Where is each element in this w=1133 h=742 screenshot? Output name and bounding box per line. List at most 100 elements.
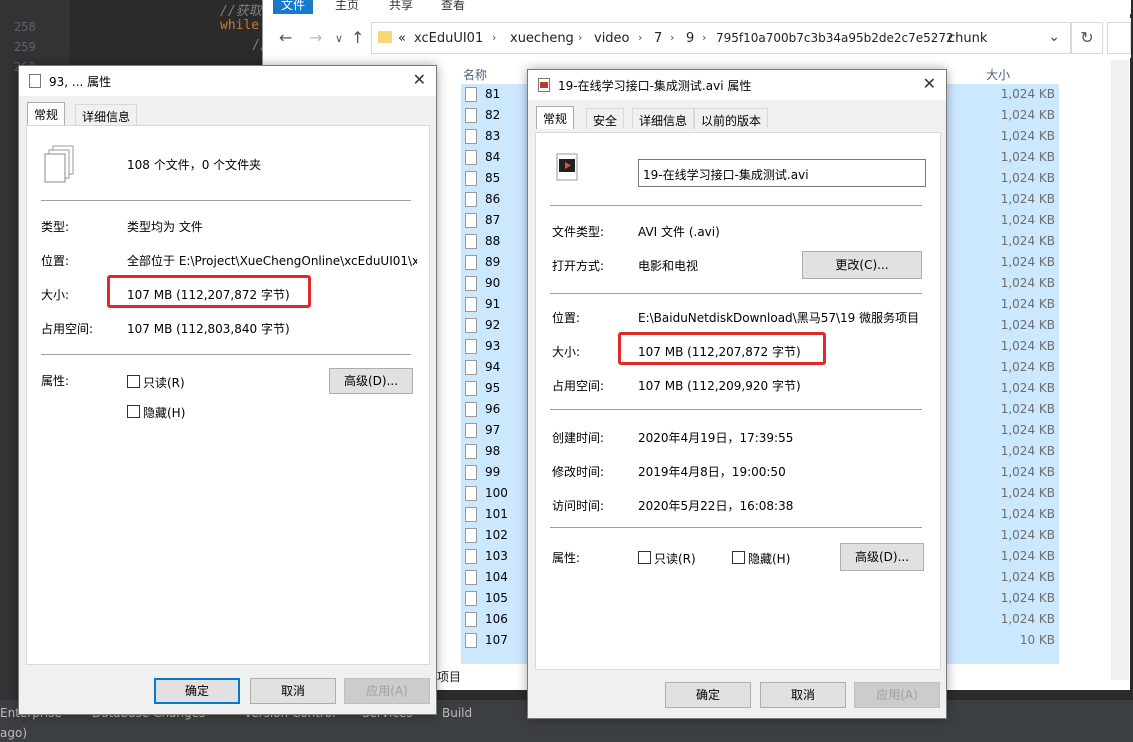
file-size: 1,024 KB bbox=[1000, 465, 1055, 479]
breadcrumb-separator-icon[interactable]: › bbox=[638, 31, 642, 44]
tab-general[interactable]: 常规 bbox=[27, 102, 66, 125]
file-icon bbox=[465, 87, 477, 102]
hidden-label[interactable]: 隐藏(H) bbox=[748, 550, 790, 567]
multiple-files-icon bbox=[44, 145, 74, 183]
readonly-label[interactable]: 只读(R) bbox=[143, 374, 185, 391]
ribbon-tab-view[interactable]: 查看 bbox=[441, 0, 465, 14]
size-label: 大小: bbox=[41, 288, 70, 302]
search-box[interactable] bbox=[1107, 22, 1131, 54]
breadcrumb-9[interactable]: 9 bbox=[686, 31, 694, 46]
ok-button[interactable]: 确定 bbox=[154, 678, 240, 704]
divider bbox=[550, 205, 922, 206]
file-icon bbox=[465, 570, 477, 585]
breadcrumb-chunk[interactable]: chunk bbox=[948, 31, 987, 46]
breadcrumb-separator-icon[interactable]: › bbox=[492, 31, 496, 44]
file-size: 1,024 KB bbox=[1000, 339, 1055, 353]
tab-previous-versions[interactable]: 以前的版本 bbox=[694, 108, 769, 129]
file-name: 91 bbox=[485, 297, 501, 311]
file-size: 1,024 KB bbox=[1000, 528, 1055, 542]
breadcrumb-xuecheng[interactable]: xuecheng bbox=[510, 31, 574, 46]
file-size: 1,024 KB bbox=[1000, 297, 1055, 311]
address-dropdown-icon[interactable]: ⌄ bbox=[1048, 29, 1060, 45]
ribbon-tab-home[interactable]: 主页 bbox=[335, 0, 359, 14]
hidden-checkbox[interactable] bbox=[732, 551, 745, 564]
openwith-label: 打开方式: bbox=[552, 259, 605, 273]
breadcrumb-overflow[interactable]: « bbox=[398, 31, 406, 46]
file-size: 1,024 KB bbox=[1000, 381, 1055, 395]
created-value: 2020年4月19日，17:39:55 bbox=[638, 431, 794, 445]
file-name: 102 bbox=[485, 528, 508, 542]
tool-build[interactable]: Build bbox=[442, 706, 472, 720]
file-icon bbox=[465, 339, 477, 354]
close-icon[interactable]: ✕ bbox=[413, 70, 426, 89]
ribbon-tab-share[interactable]: 共享 bbox=[389, 0, 413, 14]
breadcrumb-hash[interactable]: 795f10a700b7c3b34a95b2de2c7e5272 bbox=[716, 31, 954, 45]
filename-input[interactable]: 19-在线学习接口-集成测试.avi bbox=[638, 159, 926, 187]
recent-chevron-icon[interactable]: ∨ bbox=[335, 32, 343, 45]
file-size: 1,024 KB bbox=[1000, 591, 1055, 605]
breadcrumb-xceduui01[interactable]: xcEduUI01 bbox=[414, 31, 483, 46]
status-bar-text: 项目 bbox=[437, 670, 462, 684]
readonly-checkbox[interactable] bbox=[127, 375, 140, 388]
file-size: 1,024 KB bbox=[1000, 402, 1055, 416]
ribbon-tabs: 文件 主页 共享 查看 bbox=[263, 0, 1131, 14]
tab-details[interactable]: 详细信息 bbox=[75, 104, 138, 125]
attributes-label: 属性: bbox=[41, 374, 70, 388]
breadcrumb-7[interactable]: 7 bbox=[654, 31, 662, 46]
file-icon bbox=[465, 402, 477, 417]
file-icon bbox=[465, 213, 477, 228]
refresh-icon[interactable]: ↻ bbox=[1071, 22, 1103, 54]
file-size: 1,024 KB bbox=[1000, 234, 1055, 248]
hidden-checkbox[interactable] bbox=[127, 405, 140, 418]
hidden-label[interactable]: 隐藏(H) bbox=[143, 404, 185, 421]
divider bbox=[41, 200, 411, 201]
tab-general[interactable]: 常规 bbox=[536, 106, 575, 129]
ribbon-tab-file[interactable]: 文件 bbox=[273, 0, 314, 14]
cancel-button[interactable]: 取消 bbox=[250, 678, 336, 704]
back-arrow-icon[interactable]: ← bbox=[279, 28, 292, 47]
ok-button[interactable]: 确定 bbox=[665, 682, 751, 708]
up-arrow-icon[interactable]: ↑ bbox=[351, 28, 364, 47]
readonly-checkbox[interactable] bbox=[638, 551, 651, 564]
file-icon bbox=[465, 360, 477, 375]
dialog-titlebar[interactable]: 93, ... 属性 ✕ bbox=[19, 66, 436, 96]
file-name: 99 bbox=[485, 465, 501, 479]
properties-dialog-avi: 19-在线学习接口-集成测试.avi 属性 ✕ 常规 安全 详细信息 以前的版本… bbox=[527, 69, 947, 719]
location-value: E:\BaiduNetdiskDownload\黑马57\19 微服务项目【 bbox=[638, 311, 926, 325]
breadcrumb-separator-icon[interactable]: › bbox=[578, 31, 582, 44]
change-button[interactable]: 更改(C)... bbox=[802, 251, 922, 279]
advanced-button[interactable]: 高级(D)... bbox=[840, 543, 924, 571]
advanced-button[interactable]: 高级(D)... bbox=[329, 368, 413, 394]
breadcrumb-separator-icon[interactable]: › bbox=[932, 31, 936, 44]
file-size: 1,024 KB bbox=[1000, 570, 1055, 584]
file-name: 96 bbox=[485, 402, 501, 416]
readonly-label[interactable]: 只读(R) bbox=[654, 550, 696, 567]
dialog-titlebar[interactable]: 19-在线学习接口-集成测试.avi 属性 ✕ bbox=[528, 70, 946, 100]
file-icon bbox=[465, 234, 477, 249]
divider bbox=[41, 354, 411, 355]
cancel-button[interactable]: 取消 bbox=[760, 682, 846, 708]
breadcrumb-video[interactable]: video bbox=[594, 31, 630, 46]
column-header-size[interactable]: 大小 bbox=[986, 66, 1010, 83]
file-icon bbox=[465, 255, 477, 270]
file-size: 1,024 KB bbox=[1000, 549, 1055, 563]
folder-icon bbox=[378, 31, 392, 43]
files-icon bbox=[29, 74, 41, 88]
breadcrumb-separator-icon[interactable]: › bbox=[702, 31, 706, 44]
close-icon[interactable]: ✕ bbox=[923, 74, 936, 93]
forward-arrow-icon[interactable]: → bbox=[309, 28, 322, 47]
breadcrumb-separator-icon[interactable]: › bbox=[670, 31, 674, 44]
location-label: 位置: bbox=[41, 254, 70, 268]
tab-details[interactable]: 详细信息 bbox=[632, 108, 695, 129]
file-size: 1,024 KB bbox=[1000, 276, 1055, 290]
file-icon bbox=[465, 507, 477, 522]
apply-button[interactable]: 应用(A) bbox=[344, 678, 430, 704]
column-header-name[interactable]: 名称 bbox=[463, 66, 487, 83]
dialog-tabs: 常规 详细信息 bbox=[27, 102, 427, 125]
address-box[interactable]: « xcEduUI01 › xuecheng › video › 7 › 9 ›… bbox=[371, 22, 1071, 54]
vertical-scrollbar[interactable] bbox=[1111, 60, 1129, 680]
location-value: 全部位于 E:\Project\XueChengOnline\xcEduUI01… bbox=[127, 254, 417, 268]
apply-button[interactable]: 应用(A) bbox=[854, 682, 940, 708]
tab-security[interactable]: 安全 bbox=[586, 108, 625, 129]
code-comment: //获取 bbox=[220, 4, 262, 19]
